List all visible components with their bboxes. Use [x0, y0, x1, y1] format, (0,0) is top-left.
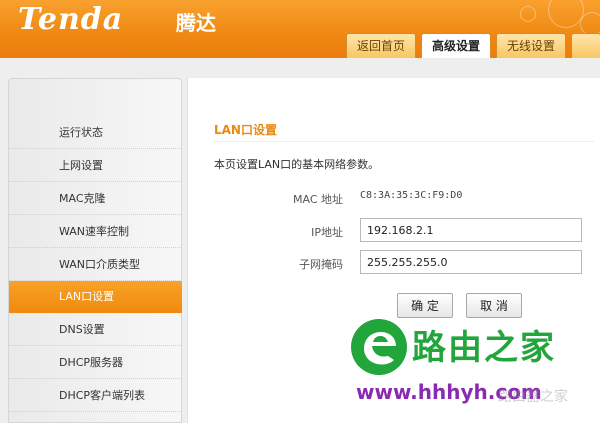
decorative-bubble — [520, 6, 536, 22]
tenda-logo-cn: 腾达 — [176, 11, 216, 35]
sidebar-menu: 运行状态 上网设置 MAC克隆 WAN速率控制 WAN口介质类型 LAN口设置 … — [9, 116, 182, 412]
top-nav-tabs: 返回首页 高级设置 无线设置 — [346, 33, 600, 58]
title-divider — [214, 141, 594, 142]
ip-address-label: IP地址 — [311, 226, 343, 239]
sidebar-item-mac-clone[interactable]: MAC克隆 — [9, 182, 182, 215]
page-title: LAN口设置 — [214, 123, 277, 137]
cancel-button[interactable]: 取 消 — [466, 293, 522, 318]
subnet-mask-field[interactable] — [360, 250, 582, 274]
page-description: 本页设置LAN口的基本网络参数。 — [214, 158, 380, 171]
watermark-e-logo-icon — [351, 319, 407, 375]
subnet-mask-label: 子网掩码 — [299, 258, 343, 271]
tab-wireless-settings[interactable]: 无线设置 — [496, 33, 567, 58]
watermark-brand: 路由之家 — [412, 328, 556, 368]
tab-advanced-settings[interactable]: 高级设置 — [421, 33, 492, 58]
top-header: Tenda 腾达 返回首页 高级设置 无线设置 — [0, 0, 600, 58]
sidebar-item-dhcp-server[interactable]: DHCP服务器 — [9, 346, 182, 379]
sidebar-item-dns-settings[interactable]: DNS设置 — [9, 313, 182, 346]
sidebar-item-dhcp-client-list[interactable]: DHCP客户端列表 — [9, 379, 182, 412]
watermark-faint-text: 路由器之家 — [498, 389, 568, 405]
ip-address-field[interactable] — [360, 218, 582, 242]
sidebar: 运行状态 上网设置 MAC克隆 WAN速率控制 WAN口介质类型 LAN口设置 … — [8, 78, 182, 423]
tab-home[interactable]: 返回首页 — [346, 33, 417, 58]
sidebar-item-internet-settings[interactable]: 上网设置 — [9, 149, 182, 182]
confirm-button[interactable]: 确 定 — [397, 293, 453, 318]
sidebar-item-run-status[interactable]: 运行状态 — [9, 116, 182, 149]
sidebar-item-wan-media-type[interactable]: WAN口介质类型 — [9, 248, 182, 281]
tenda-logo: Tenda — [18, 2, 124, 37]
sidebar-item-lan-settings[interactable]: LAN口设置 — [9, 281, 182, 313]
sidebar-item-wan-speed-control[interactable]: WAN速率控制 — [9, 215, 182, 248]
decorative-bubble — [548, 0, 584, 28]
tab-more[interactable] — [571, 33, 600, 58]
mac-address-label: MAC 地址 — [293, 193, 343, 206]
mac-address-value: C8:3A:35:3C:F9:D0 — [360, 190, 463, 201]
